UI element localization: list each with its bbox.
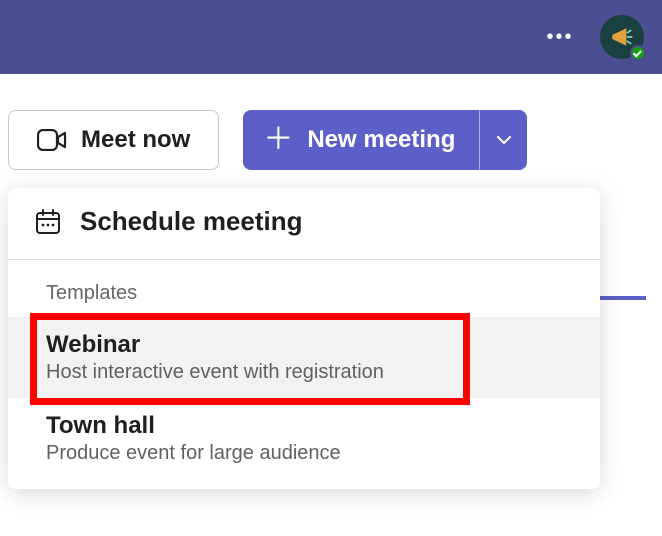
more-button[interactable]: ••• bbox=[540, 17, 580, 57]
megaphone-icon bbox=[609, 24, 635, 50]
calendar-icon bbox=[34, 208, 62, 236]
schedule-meeting-label: Schedule meeting bbox=[80, 206, 303, 237]
templates-heading: Templates bbox=[8, 276, 600, 317]
template-town-hall[interactable]: Town hall Produce event for large audien… bbox=[8, 398, 600, 479]
new-meeting-dropdown: Schedule meeting Templates Webinar Host … bbox=[8, 188, 600, 489]
dropdown-divider bbox=[8, 259, 600, 260]
video-icon bbox=[37, 129, 67, 151]
new-meeting-button[interactable]: ＋ New meeting bbox=[243, 110, 479, 170]
meet-now-button[interactable]: Meet now bbox=[8, 110, 219, 170]
plus-icon: ＋ bbox=[263, 125, 293, 155]
highlight-annotation bbox=[30, 313, 470, 405]
template-title: Town hall bbox=[46, 412, 578, 440]
new-meeting-label: New meeting bbox=[307, 126, 455, 154]
template-webinar[interactable]: Webinar Host interactive event with regi… bbox=[8, 317, 600, 398]
new-meeting-split-button: ＋ New meeting bbox=[243, 110, 527, 170]
template-desc: Host interactive event with registration bbox=[46, 361, 578, 384]
titlebar: ••• bbox=[0, 0, 662, 74]
presence-indicator bbox=[630, 45, 646, 61]
new-meeting-chevron[interactable] bbox=[479, 110, 527, 170]
template-desc: Produce event for large audience bbox=[46, 442, 578, 465]
chevron-down-icon bbox=[496, 135, 512, 145]
action-row: Meet now ＋ New meeting bbox=[0, 74, 662, 170]
avatar[interactable] bbox=[600, 15, 644, 59]
calendar-accent-line bbox=[600, 296, 646, 300]
schedule-meeting-item[interactable]: Schedule meeting bbox=[8, 188, 600, 259]
template-title: Webinar bbox=[46, 331, 578, 359]
meet-now-label: Meet now bbox=[81, 126, 190, 154]
